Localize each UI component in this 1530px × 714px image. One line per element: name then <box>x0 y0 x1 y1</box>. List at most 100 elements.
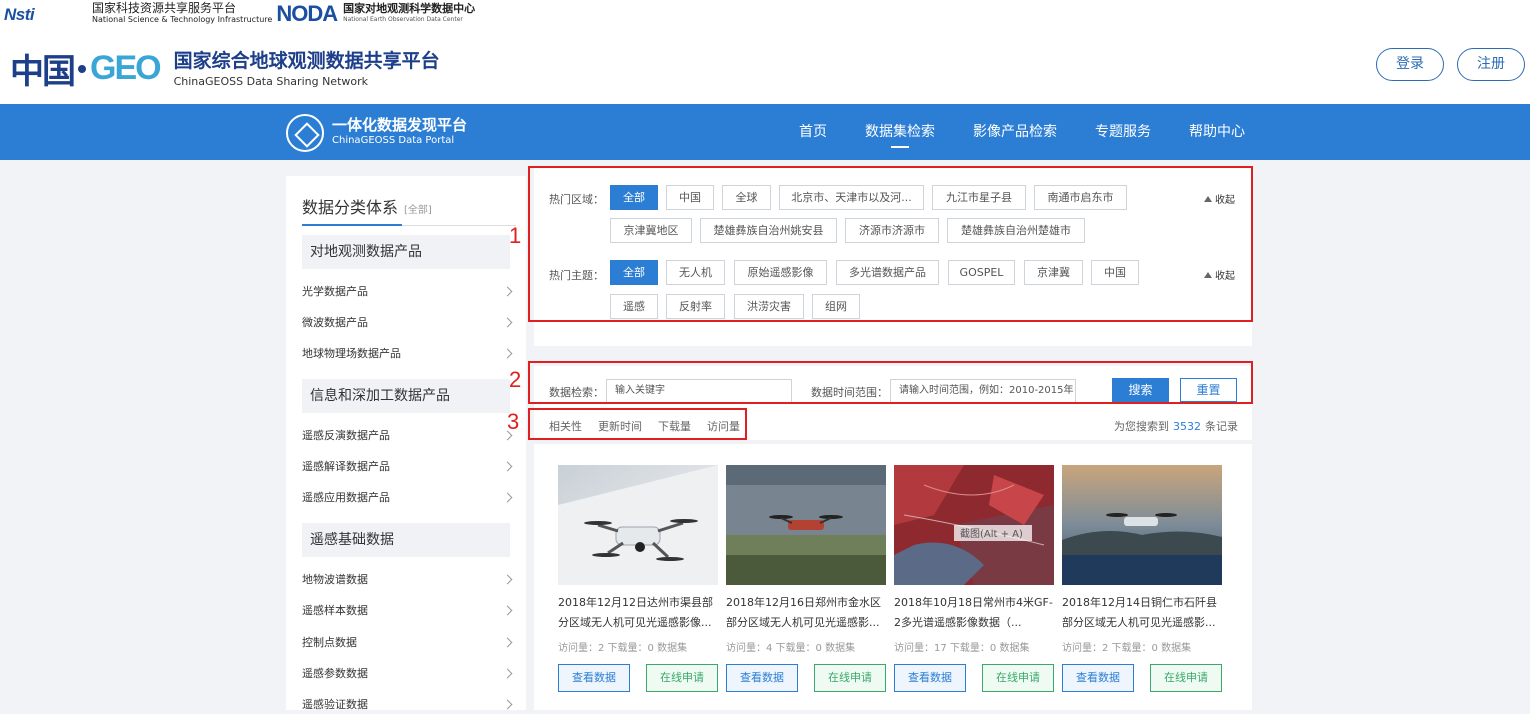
site-header: Nsti 国家科技资源共享服务平台 National Science & Tec… <box>0 0 1530 104</box>
sidebar-item-label: 遥感验证数据 <box>302 698 368 711</box>
annotation-box-3 <box>528 408 747 440</box>
drone-thumbnail[interactable] <box>1062 465 1222 585</box>
sidebar-item[interactable]: 遥感应用数据产品 <box>302 489 512 507</box>
category-header[interactable]: 对地观测数据产品 <box>302 235 510 269</box>
menu-image-search[interactable]: 影像产品检索 <box>954 104 1076 160</box>
drone-thumbnail[interactable] <box>726 465 886 585</box>
logo-zhongguo: 中国 <box>10 52 76 92</box>
sidebar-item[interactable]: 地球物理场数据产品 <box>302 345 512 363</box>
count-prefix: 为您搜索到 <box>1114 420 1169 433</box>
annotation-box-2 <box>528 361 1253 404</box>
nsti-logo-text: Nsti <box>4 5 35 24</box>
view-data-button[interactable]: 查看数据 <box>558 664 630 692</box>
nsti-text: 国家科技资源共享服务平台 National Science & Technolo… <box>92 1 273 25</box>
card-title[interactable]: 2018年10月18日常州市4米GF-2多光谱遥感影像数据（... <box>894 593 1054 633</box>
result-count: 为您搜索到 3532 条记录 <box>1114 418 1238 434</box>
site-title-en: ChinaGEOSS Data Sharing Network <box>173 75 369 88</box>
login-button[interactable]: 登录 <box>1376 48 1444 81</box>
sidebar-item[interactable]: 遥感验证数据 <box>302 696 512 714</box>
chevron-right-icon <box>504 696 512 714</box>
nsti-logo[interactable]: Nsti <box>4 3 88 25</box>
view-data-button[interactable]: 查看数据 <box>726 664 798 692</box>
chevron-right-icon <box>504 283 512 301</box>
site-title-cn: 国家综合地球观测数据共享平台 <box>173 50 440 72</box>
card-title[interactable]: 2018年12月14日铜仁市石阡县部分区域无人机可见光遥感影... <box>1062 593 1222 633</box>
sidebar-item-label: 遥感反演数据产品 <box>302 429 390 442</box>
online-apply-button[interactable]: 在线申请 <box>1150 664 1222 692</box>
sidebar-item[interactable]: 微波数据产品 <box>302 314 512 332</box>
online-apply-button[interactable]: 在线申请 <box>814 664 886 692</box>
site-logo[interactable]: 中国 GEO 国家综合地球观测数据共享平台 ChinaGEOSS Data Sh… <box>10 44 440 93</box>
result-card: 2018年12月12日达州市渠县部分区域无人机可见光遥感影像... 访问量：2 … <box>558 465 718 692</box>
compass-icon <box>286 114 324 152</box>
view-data-button[interactable]: 查看数据 <box>894 664 966 692</box>
chevron-right-icon <box>504 458 512 476</box>
portal-logo[interactable]: 一体化数据发现平台 ChinaGEOSS Data Portal <box>286 114 467 152</box>
chevron-right-icon <box>504 489 512 507</box>
sidebar-item[interactable]: 遥感解译数据产品 <box>302 458 512 476</box>
logo-dot <box>78 64 86 73</box>
sidebar-item-label: 地物波谱数据 <box>302 573 368 586</box>
chevron-right-icon <box>504 345 512 363</box>
site-title: 国家综合地球观测数据共享平台 ChinaGEOSS Data Sharing N… <box>174 46 440 91</box>
noda-name-cn: 国家对地观测科学数据中心 <box>343 2 476 15</box>
chevron-right-icon <box>504 634 512 652</box>
sidebar-item[interactable]: 控制点数据 <box>302 634 512 652</box>
portal-title-en: ChinaGEOSS Data Portal <box>332 135 455 146</box>
drone-thumbnail[interactable] <box>558 465 718 585</box>
partner-logos: Nsti 国家科技资源共享服务平台 National Science & Tec… <box>0 0 475 28</box>
screenshot-overlay: 截图(Alt + A) <box>960 527 1023 540</box>
sidebar-heading: 数据分类体系 <box>302 198 399 217</box>
annotation-label-2: 2 <box>509 367 522 392</box>
category-header[interactable]: 遥感基础数据 <box>302 523 510 557</box>
online-apply-button[interactable]: 在线申请 <box>982 664 1054 692</box>
sidebar-item-label: 光学数据产品 <box>302 285 368 298</box>
sidebar-item-label: 微波数据产品 <box>302 316 368 329</box>
card-meta: 访问量：2 下载量：0 数据集 <box>558 643 688 654</box>
sidebar-item[interactable]: 遥感样本数据 <box>302 602 512 620</box>
nsti-name-en: National Science & Technology Infrastruc… <box>92 15 273 24</box>
sidebar-item[interactable]: 地物波谱数据 <box>302 571 512 589</box>
count-number: 3532 <box>1173 420 1201 433</box>
card-title[interactable]: 2018年12月12日达州市渠县部分区域无人机可见光遥感影像... <box>558 593 718 633</box>
result-card: 截图(Alt + A) 2018年10月18日常州市4米GF-2多光谱遥感影像数… <box>894 465 1054 692</box>
annotation-label-3: 3 <box>507 409 520 434</box>
noda-text: 国家对地观测科学数据中心 National Earth Observation … <box>343 3 475 25</box>
card-title[interactable]: 2018年12月16日郑州市金水区部分区域无人机可见光遥感影... <box>726 593 886 633</box>
result-card: 2018年12月14日铜仁市石阡县部分区域无人机可见光遥感影... 访问量：2 … <box>1062 465 1222 692</box>
noda-logo[interactable]: NODA <box>276 1 338 27</box>
logo-geo: GEO <box>90 49 162 87</box>
chevron-right-icon <box>504 571 512 589</box>
annotation-box-1 <box>528 166 1253 322</box>
sidebar-item[interactable]: 遥感反演数据产品 <box>302 427 512 445</box>
sidebar-item-label: 遥感解译数据产品 <box>302 460 390 473</box>
sidebar-all-link[interactable]: [全部] <box>404 201 432 216</box>
results-grid: 2018年12月12日达州市渠县部分区域无人机可见光遥感影像... 访问量：2 … <box>534 444 1252 710</box>
menu-help[interactable]: 帮助中心 <box>1170 104 1264 160</box>
card-meta: 访问量：17 下载量：0 数据集 <box>894 643 1030 654</box>
sidebar-item-label: 遥感样本数据 <box>302 604 368 617</box>
satellite-thumbnail[interactable]: 截图(Alt + A) <box>894 465 1054 585</box>
register-button[interactable]: 注册 <box>1457 48 1525 81</box>
sidebar-item[interactable]: 光学数据产品 <box>302 283 512 301</box>
category-header[interactable]: 信息和深加工数据产品 <box>302 379 510 413</box>
nsti-name-cn: 国家科技资源共享服务平台 <box>92 1 237 15</box>
category-sidebar: 数据分类体系 [全部] 对地观测数据产品 光学数据产品 微波数据产品 地球物理场… <box>286 176 526 711</box>
view-data-button[interactable]: 查看数据 <box>1062 664 1134 692</box>
sidebar-item[interactable]: 遥感参数数据 <box>302 665 512 683</box>
menu-home[interactable]: 首页 <box>780 104 846 160</box>
sidebar-item-label: 控制点数据 <box>302 636 357 649</box>
annotation-label-1: 1 <box>509 223 522 248</box>
chevron-right-icon <box>504 665 512 683</box>
menu-dataset-search[interactable]: 数据集检索 <box>846 104 954 160</box>
menu-topic-service[interactable]: 专题服务 <box>1076 104 1170 160</box>
online-apply-button[interactable]: 在线申请 <box>646 664 718 692</box>
main-menu: 首页 数据集检索 影像产品检索 专题服务 帮助中心 <box>780 104 1264 160</box>
main-navbar: 一体化数据发现平台 ChinaGEOSS Data Portal 首页 数据集检… <box>0 104 1530 160</box>
chevron-right-icon <box>504 602 512 620</box>
result-card: 2018年12月16日郑州市金水区部分区域无人机可见光遥感影... 访问量：4 … <box>726 465 886 692</box>
sidebar-item-label: 遥感应用数据产品 <box>302 491 390 504</box>
card-meta: 访问量：4 下载量：0 数据集 <box>726 643 856 654</box>
chevron-right-icon <box>504 314 512 332</box>
noda-name-en: National Earth Observation Data Center <box>343 16 463 23</box>
